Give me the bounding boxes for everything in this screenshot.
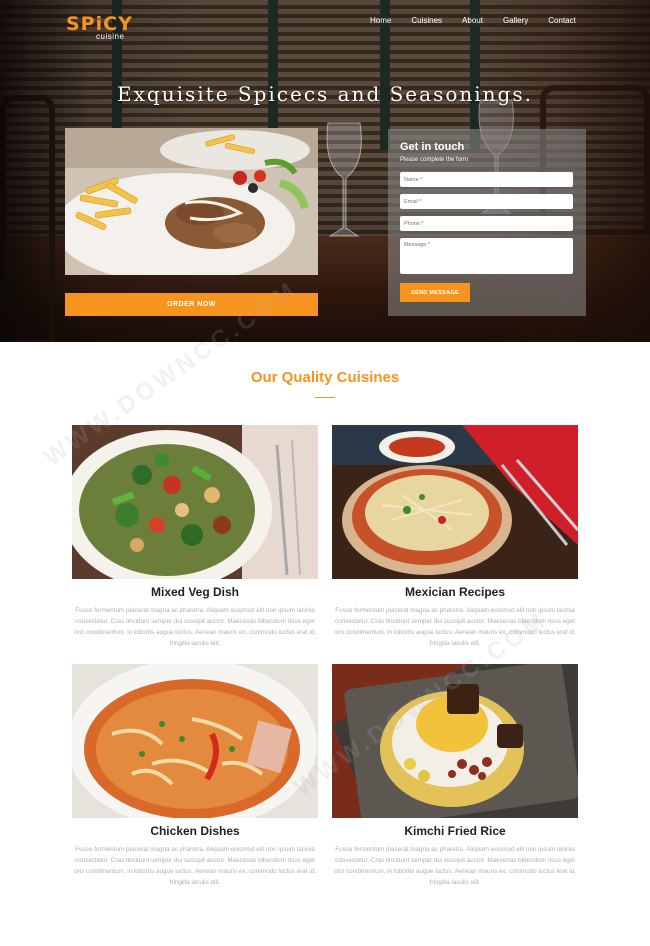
- brand-logo[interactable]: SPiCY cuisine: [66, 13, 133, 41]
- message-field[interactable]: [400, 238, 573, 274]
- cuisine-title: Kimchi Fried Rice: [404, 824, 506, 838]
- nav-item-gallery[interactable]: Gallery: [503, 16, 528, 26]
- cuisine-description: Fusce fermentum placerat magna ac pharet…: [334, 607, 576, 647]
- phone-field[interactable]: [400, 216, 573, 231]
- hero-food-image: [65, 128, 318, 275]
- contact-subtitle: Please complete the form: [400, 157, 469, 163]
- cuisine-image-kimchi[interactable]: [332, 664, 578, 818]
- cuisine-title: Mexician Recipes: [404, 585, 506, 599]
- nav-item-cuisines[interactable]: Cuisines: [411, 16, 442, 26]
- contact-form: Get in touch Please complete the form SE…: [388, 129, 586, 316]
- logo-subtext: cuisine: [96, 32, 125, 41]
- order-now-button[interactable]: ORDER NOW: [65, 293, 318, 316]
- section-heading: Our Quality Cuisines: [250, 369, 400, 386]
- main-nav: Home Cuisines About Gallery Contact: [360, 16, 586, 26]
- cuisine-image-chicken[interactable]: [72, 664, 318, 818]
- cuisine-description: Fusce fermentum placerat magna ac pharet…: [74, 846, 316, 886]
- cuisine-description: Fusce fermentum placerat magna ac pharet…: [334, 846, 576, 886]
- cuisine-image-mixed-veg[interactable]: [72, 425, 318, 579]
- cuisine-image-mexican[interactable]: [332, 425, 578, 579]
- hero-title: Exquisite Spicecs and Seasonings.: [117, 82, 533, 106]
- logo-text: SPiCY: [66, 13, 133, 35]
- cuisine-title: Chicken Dishes: [150, 824, 240, 838]
- email-field[interactable]: [400, 194, 573, 209]
- nav-item-home[interactable]: Home: [370, 16, 391, 26]
- name-field[interactable]: [400, 172, 573, 187]
- send-message-button[interactable]: SEND MESSAGE: [400, 283, 470, 302]
- cuisine-description: Fusce fermentum placerat magna ac pharet…: [74, 607, 316, 647]
- nav-item-contact[interactable]: Contact: [548, 16, 576, 26]
- heading-underline: [315, 397, 335, 398]
- nav-item-about[interactable]: About: [462, 16, 483, 26]
- cuisine-title: Mixed Veg Dish: [150, 585, 240, 599]
- contact-title: Get in touch: [400, 141, 465, 153]
